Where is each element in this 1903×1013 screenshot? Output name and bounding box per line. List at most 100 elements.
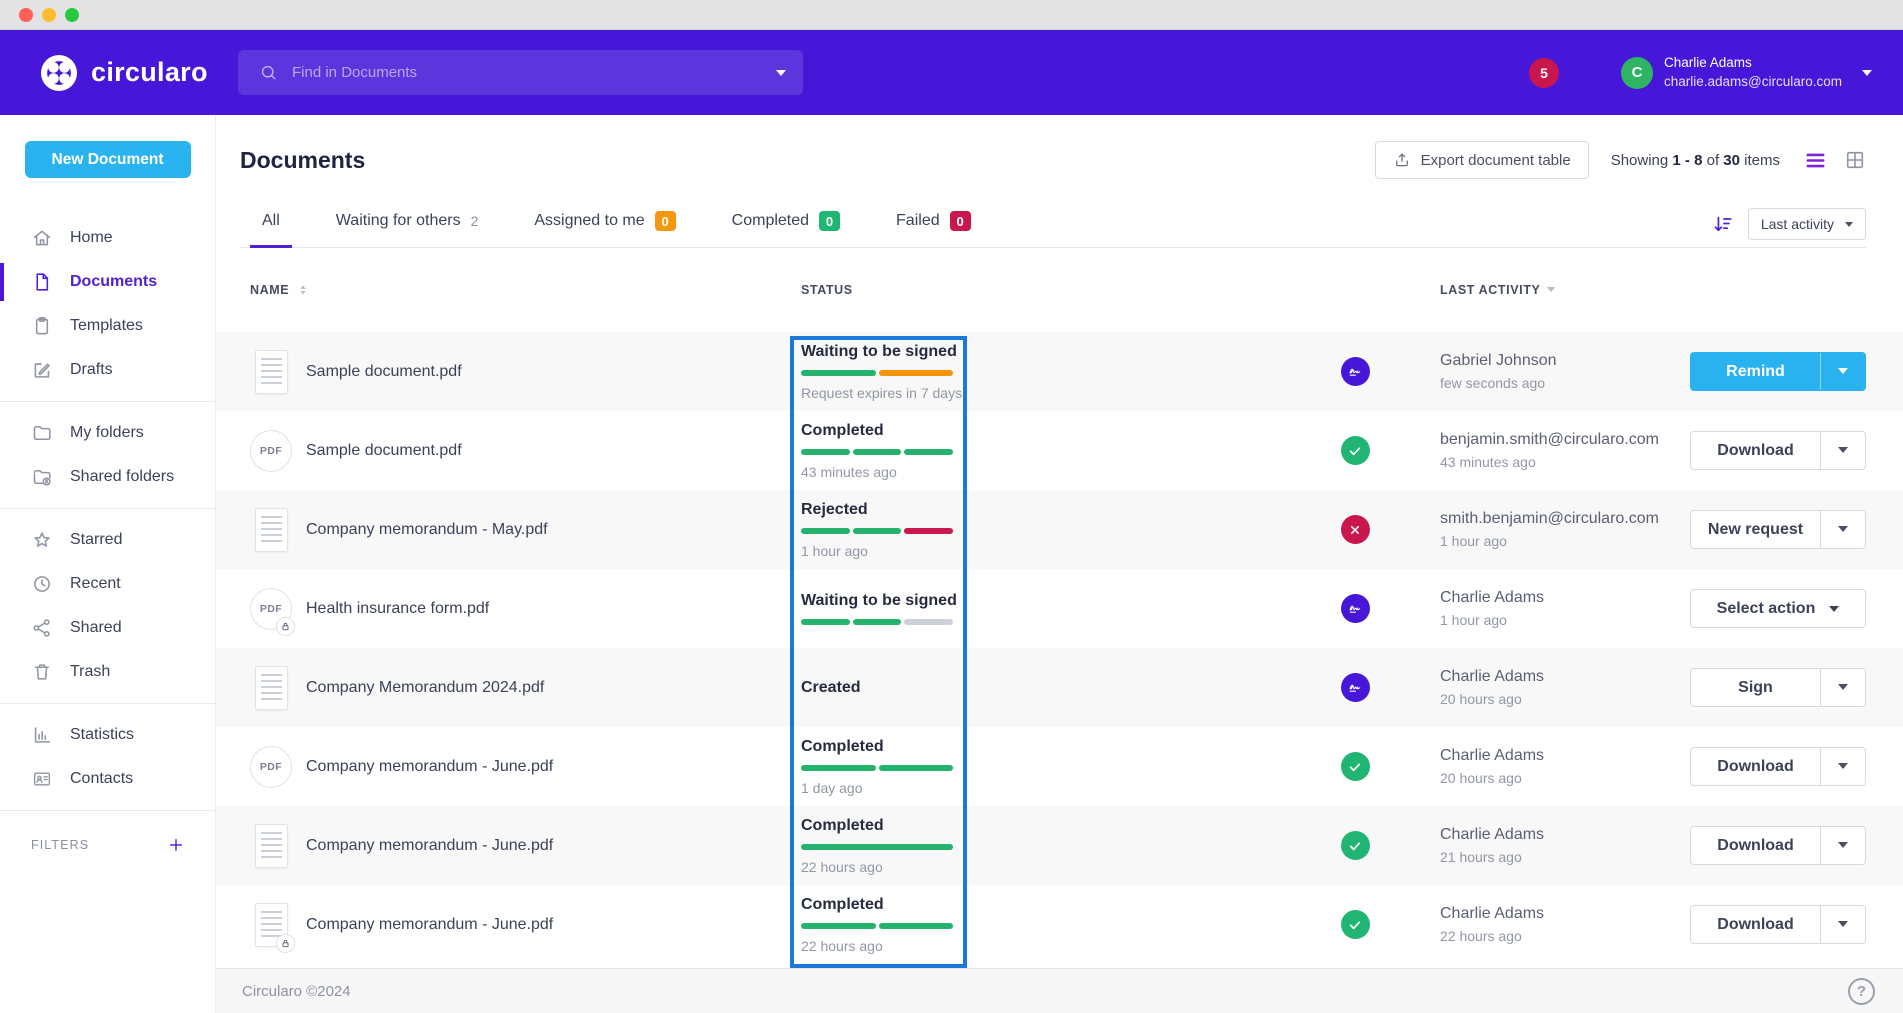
notification-badge[interactable]: 5 [1529,58,1559,88]
sidebar-item-statistics[interactable]: Statistics [0,713,215,757]
activity-time: 20 hours ago [1440,770,1690,786]
check-status-icon [1341,752,1370,781]
activity-time: 1 hour ago [1440,533,1690,549]
column-header-name[interactable]: NAME [250,283,801,297]
progress-segment-green [853,528,902,534]
check-status-icon [1341,831,1370,860]
action-dropdown-caret-button[interactable] [1820,669,1865,706]
progress-segment-green [801,923,876,929]
user-menu[interactable]: C Charlie Adams charlie.adams@circularo.… [1621,54,1872,90]
sidebar-item-shared[interactable]: Shared [0,606,215,650]
select-action-button[interactable]: Select action [1690,589,1866,628]
status-title: Waiting to be signed [801,343,1327,361]
sort-direction-icon[interactable] [1712,213,1734,235]
action-button-group: Download [1690,431,1866,470]
download-button[interactable]: Download [1691,748,1820,785]
grid-view-icon[interactable] [1844,149,1866,171]
activity-time: 1 hour ago [1440,612,1690,628]
tab-all[interactable]: All [250,211,292,247]
user-name: Charlie Adams [1664,54,1842,72]
sidebar-item-contacts[interactable]: Contacts [0,757,215,801]
new-document-button[interactable]: New Document [25,141,191,178]
status-title: Completed [801,738,1327,756]
table-row[interactable]: Sample document.pdf Waiting to be signed… [216,332,1903,411]
table-row[interactable]: PDF Health insurance form.pdf Waiting to… [216,569,1903,648]
tab-assigned-to-me[interactable]: Assigned to me 0 [522,211,687,247]
zoom-window-button[interactable] [65,8,79,22]
activity-user: Gabriel Johnson [1440,352,1690,370]
sidebar-item-home[interactable]: Home [0,216,215,260]
column-header-last-activity[interactable]: LAST ACTIVITY [1383,283,1690,297]
sidebar-item-drafts[interactable]: Drafts [0,348,215,392]
document-thumbnail-icon [255,508,288,552]
progress-segment-green [853,449,902,455]
lock-icon [276,934,295,953]
table-row[interactable]: Company Memorandum 2024.pdf Created Char… [216,648,1903,727]
sidebar-item-my-folders[interactable]: My folders [0,411,215,455]
sign-button[interactable]: Sign [1691,669,1820,706]
tab-failed[interactable]: Failed 0 [884,211,983,247]
remind-button[interactable]: Remind [1691,353,1820,390]
search-scope-caret-icon[interactable] [776,70,786,81]
sort-by-dropdown[interactable]: Last activity [1748,208,1866,240]
status-subtext: 22 hours ago [801,938,1327,954]
action-button-group: Download [1690,905,1866,944]
sidebar-item-documents[interactable]: Documents [0,260,215,304]
sidebar-divider [0,810,215,811]
tab-waiting-for-others[interactable]: Waiting for others 2 [324,211,491,247]
close-window-button[interactable] [19,8,33,22]
status-subtext: 43 minutes ago [801,464,1327,480]
sidebar-item-shared-folders[interactable]: Shared folders [0,455,215,499]
action-dropdown-caret-button[interactable] [1820,432,1865,469]
sidebar-item-recent[interactable]: Recent [0,562,215,606]
sidebar-nav: Home Documents Templates Drafts My folde… [0,216,215,811]
caret-down-icon [1838,842,1848,853]
progress-segment-green [801,619,850,625]
footer: Circularo ©2024 ? [216,968,1903,1013]
progress-segment-green [801,449,850,455]
table-row[interactable]: PDF Company memorandum - June.pdf Comple… [216,727,1903,806]
lock-icon [276,617,295,636]
action-dropdown-caret-button[interactable] [1820,748,1865,785]
table-row[interactable]: Company memorandum - June.pdf Completed … [216,806,1903,885]
export-document-table-button[interactable]: Export document table [1375,141,1589,179]
clock-icon [31,573,53,595]
brand-logo[interactable]: circularo [40,54,222,92]
download-button[interactable]: Download [1691,827,1820,864]
download-button[interactable]: Download [1691,432,1820,469]
action-button-group: New request [1690,510,1866,549]
document-thumbnail-icon [255,666,288,710]
search-input[interactable] [292,64,776,81]
add-filter-icon[interactable] [167,836,185,854]
help-icon[interactable]: ? [1848,978,1875,1005]
table-row[interactable]: Company memorandum - May.pdf Rejected 1 … [216,490,1903,569]
download-button[interactable]: Download [1691,906,1820,943]
column-header-status[interactable]: STATUS [801,283,1327,297]
chart-icon [31,724,53,746]
brand-name: circularo [91,57,208,88]
action-dropdown-caret-button[interactable] [1820,353,1865,390]
window-titlebar [0,0,1903,30]
list-view-icon[interactable] [1804,149,1827,172]
status-subtext: 1 day ago [801,780,1327,796]
action-dropdown-caret-button[interactable] [1820,827,1865,864]
sidebar-item-trash[interactable]: Trash [0,650,215,694]
caret-down-icon [1838,763,1848,774]
new-request-button[interactable]: New request [1691,511,1820,548]
status-progress-bar [801,844,953,850]
minimize-window-button[interactable] [42,8,56,22]
status-title: Completed [801,896,1327,914]
action-dropdown-caret-button[interactable] [1820,511,1865,548]
table-row[interactable]: Company memorandum - June.pdf Completed … [216,885,1903,964]
action-dropdown-caret-button[interactable] [1820,906,1865,943]
circularo-logo-icon [40,54,78,92]
tab-completed[interactable]: Completed 0 [720,211,852,247]
activity-user: Charlie Adams [1440,589,1690,607]
caret-down-icon [1838,684,1848,695]
sidebar-item-templates[interactable]: Templates [0,304,215,348]
table-row[interactable]: PDF Sample document.pdf Completed 43 min… [216,411,1903,490]
sort-caret-icon [1845,222,1853,232]
sidebar-item-starred[interactable]: Starred [0,518,215,562]
document-icon [31,271,53,293]
document-name: Health insurance form.pdf [306,600,489,618]
